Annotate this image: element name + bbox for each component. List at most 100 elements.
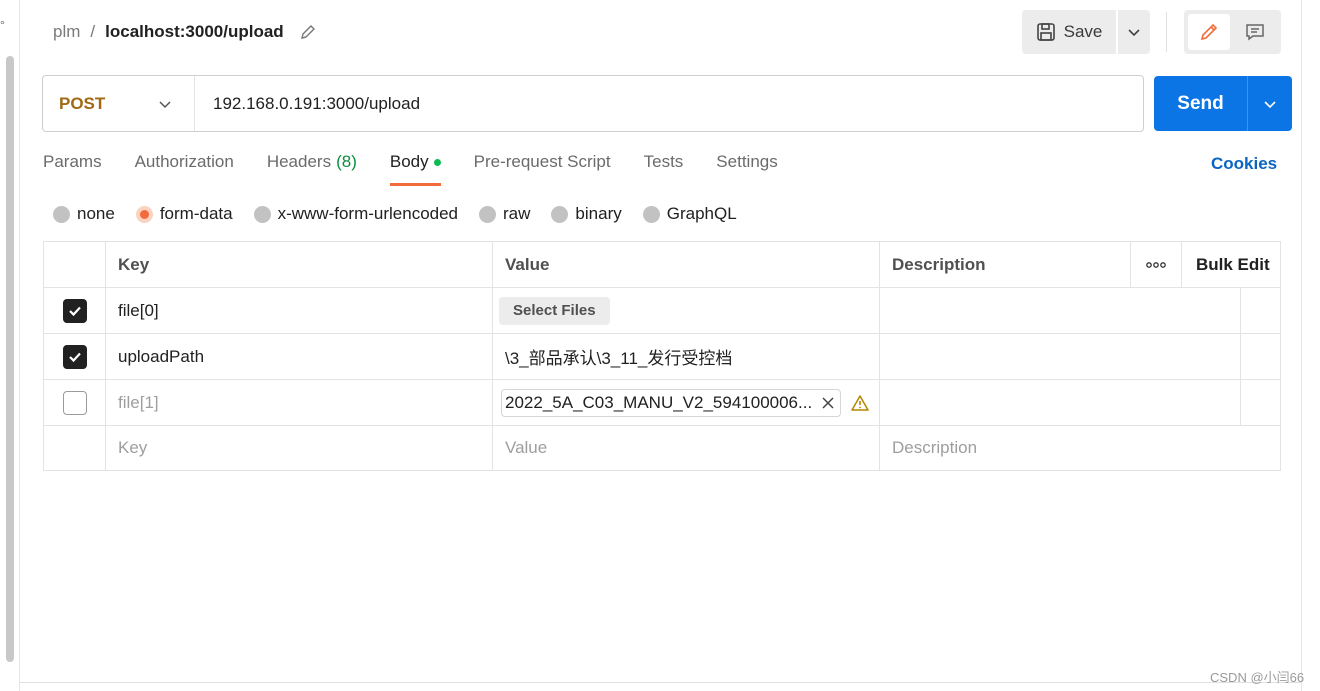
row-actions-cell <box>1241 334 1280 379</box>
radio-circle <box>642 205 660 223</box>
tab-prerequest-script[interactable]: Pre-request Script <box>474 152 611 186</box>
radio-raw[interactable]: raw <box>479 204 530 224</box>
chevron-down-icon <box>159 100 171 108</box>
header-value: Value <box>493 242 880 287</box>
request-tabs: Params Authorization Headers (8) Body Pre… <box>43 152 811 186</box>
table-header-row: Key Value Description Bulk Edit <box>44 242 1280 288</box>
url-input[interactable]: 192.168.0.191:3000/upload <box>195 94 420 114</box>
row-checkbox[interactable] <box>62 390 87 415</box>
radio-circle <box>53 205 70 223</box>
url-bar: POST 192.168.0.191:3000/upload <box>42 75 1144 132</box>
row-check-cell <box>44 334 106 379</box>
row-actions-cell <box>1241 380 1280 425</box>
radio-circle <box>253 205 271 223</box>
breadcrumb: plm / localhost:3000/upload <box>53 20 316 44</box>
breadcrumb-separator: / <box>90 22 96 41</box>
pencil-icon <box>1200 23 1218 41</box>
file-chip: 2022_5A_C03_MANU_V2_594100006... <box>501 388 841 417</box>
comment-icon <box>1246 24 1264 41</box>
key-cell[interactable]: uploadPath <box>106 334 493 379</box>
radio-urlencoded[interactable]: x-www-form-urlencoded <box>253 204 459 224</box>
form-data-table: Key Value Description Bulk Edit file[0] … <box>43 241 1281 471</box>
chevron-down-icon <box>1128 29 1140 37</box>
column-options-button[interactable] <box>1131 242 1182 287</box>
radio-none[interactable]: none <box>53 204 115 224</box>
value-placeholder-input[interactable]: Value <box>493 426 880 470</box>
breadcrumb-collection[interactable]: plm <box>53 22 80 42</box>
edit-mode-button[interactable] <box>1188 14 1230 50</box>
tab-label: Body <box>389 152 429 171</box>
tab-body[interactable]: Body <box>389 152 441 186</box>
radio-label: GraphQL <box>666 204 737 223</box>
header-key: Key <box>106 242 493 287</box>
value-cell: 2022_5A_C03_MANU_V2_594100006... <box>493 380 880 425</box>
more-icon <box>1146 261 1166 268</box>
radio-label: form-data <box>159 204 233 223</box>
tab-settings[interactable]: Settings <box>716 152 777 186</box>
value-cell: Select Files <box>493 288 880 333</box>
sidebar-handle-icon: ° <box>0 18 5 32</box>
file-name: 2022_5A_C03_MANU_V2_594100006... <box>505 392 813 412</box>
tab-label: Settings <box>716 152 778 171</box>
watermark: CSDN @小闫66 <box>1210 670 1305 685</box>
method-select[interactable]: POST <box>43 76 195 131</box>
radio-graphql[interactable]: GraphQL <box>642 204 737 224</box>
save-icon <box>1036 23 1055 41</box>
description-cell[interactable] <box>880 288 1241 333</box>
table-row: file[1] 2022_5A_C03_MANU_V2_594100006... <box>44 380 1280 426</box>
mode-toggle <box>1184 10 1281 54</box>
bulk-edit-button[interactable]: Bulk Edit <box>1182 242 1280 287</box>
save-button[interactable]: Save <box>1022 10 1116 54</box>
send-options-button[interactable] <box>1248 76 1292 131</box>
row-checkbox[interactable] <box>62 344 87 369</box>
tab-params[interactable]: Params <box>43 152 102 186</box>
tab-headers[interactable]: Headers (8) <box>267 152 357 186</box>
radio-circle <box>479 205 497 223</box>
radio-label: raw <box>503 204 531 223</box>
tab-label: Headers <box>266 152 332 171</box>
remove-file-icon[interactable] <box>822 396 834 409</box>
sidebar-scrollbar[interactable] <box>6 56 14 662</box>
tab-label: Tests <box>643 152 684 171</box>
cookies-link[interactable]: Cookies <box>1211 154 1277 174</box>
description-placeholder-input[interactable]: Description <box>880 426 1280 470</box>
radio-form-data[interactable]: form-data <box>135 204 233 224</box>
warning-icon[interactable] <box>851 394 869 411</box>
send-button[interactable]: Send <box>1154 76 1248 131</box>
tab-authorization[interactable]: Authorization <box>135 152 234 186</box>
bottom-divider <box>20 682 1301 683</box>
radio-label: x-www-form-urlencoded <box>277 204 459 223</box>
tab-tests[interactable]: Tests <box>644 152 684 186</box>
radio-circle <box>135 205 153 223</box>
method-value: POST <box>59 93 106 113</box>
row-check-cell <box>44 380 106 425</box>
toolbar-divider <box>1166 12 1167 52</box>
description-cell[interactable] <box>880 334 1241 379</box>
row-checkbox[interactable] <box>62 298 87 323</box>
radio-label: none <box>77 204 115 223</box>
edit-name-pencil-icon[interactable] <box>300 24 316 40</box>
key-placeholder-input[interactable]: Key <box>106 426 493 470</box>
save-options-button[interactable] <box>1118 10 1150 54</box>
request-name[interactable]: localhost:3000/upload <box>105 22 284 42</box>
headers-count: (8) <box>336 152 357 171</box>
table-row: uploadPath \3_部品承认\3_11_发行受控档 <box>44 334 1280 380</box>
header-check-cell <box>44 242 106 287</box>
key-cell[interactable]: file[0] <box>106 288 493 333</box>
right-divider <box>1301 0 1302 691</box>
body-indicator-dot <box>433 159 441 166</box>
send-group: Send <box>1154 76 1292 131</box>
radio-label: binary <box>575 204 622 223</box>
key-cell[interactable]: file[1] <box>106 380 493 425</box>
chevron-down-icon <box>1264 100 1276 108</box>
value-cell[interactable]: \3_部品承认\3_11_发行受控档 <box>493 334 880 379</box>
comments-button[interactable] <box>1234 14 1276 50</box>
checkmark-icon <box>68 306 81 316</box>
select-files-button[interactable]: Select Files <box>499 296 610 325</box>
row-check-cell <box>44 288 106 333</box>
tab-label: Params <box>43 152 102 171</box>
save-group: Save <box>1022 10 1150 54</box>
radio-binary[interactable]: binary <box>551 204 622 224</box>
description-cell[interactable] <box>880 380 1241 425</box>
checkmark-icon <box>68 352 81 362</box>
